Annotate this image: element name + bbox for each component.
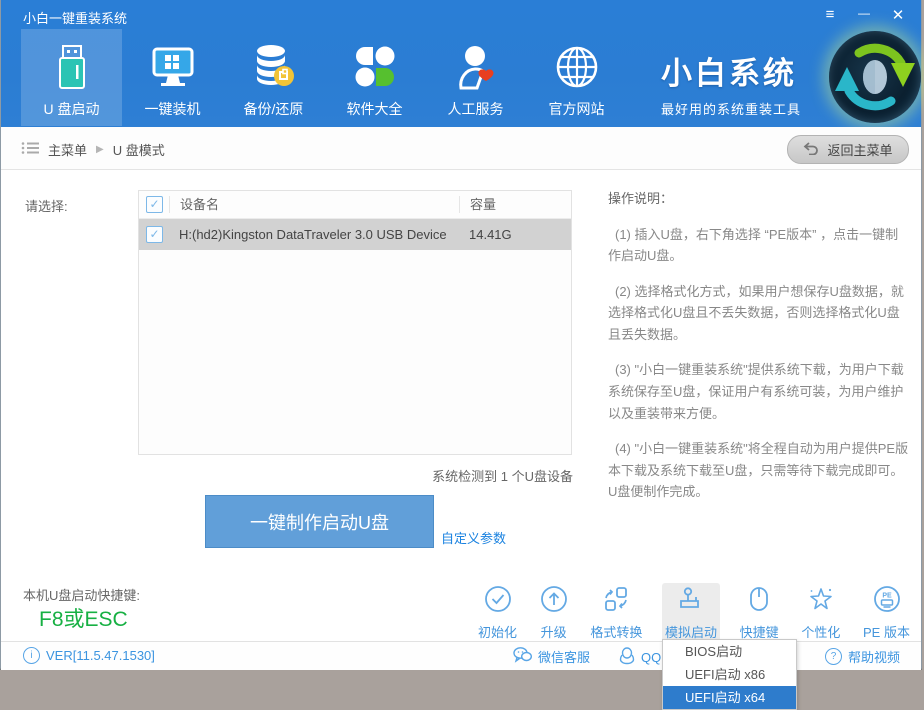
info-icon: i [23,647,40,664]
close-icon[interactable]: ✕ [889,6,907,24]
tool-simulate-boot[interactable]: 模拟启动 [662,583,720,643]
qq-label: QQ [641,650,661,665]
wechat-service-link[interactable]: 微信客服 [513,647,590,666]
menu-item-bios-boot[interactable]: BIOS启动 [663,640,796,663]
capacity-header: 容量 [459,196,571,213]
minimize-icon[interactable]: — [855,6,873,24]
support-person-icon [453,41,499,93]
version-text: VER[11.5.47.1530] [46,648,155,663]
joystick-icon [677,585,705,618]
nav-label: 备份/还原 [244,99,304,119]
instructions-panel: 操作说明： (1) 插入U盘，右下角选择 “PE版本” ，点击一键制作启动U盘。… [608,188,911,517]
svg-text:PE: PE [882,593,892,600]
brand-logo-icon [829,31,921,123]
help-video-link[interactable]: ? 帮助视频 [825,647,900,666]
device-table: ✓ 设备名 容量 ✓ H:(hd2)Kingston DataTraveler … [138,190,572,455]
usb-drive-icon [50,41,94,93]
qq-service-link[interactable]: QQ [619,647,661,668]
convert-icon [602,585,630,618]
nav-item-software-center[interactable]: 软件大全 [324,29,425,126]
app-header: 小白一键重装系统 ≡ — ✕ [1,0,921,127]
window-title: 小白一键重装系统 [23,8,127,27]
chevron-right-icon: ▶ [96,144,104,155]
version-info: i VER[11.5.47.1530] [23,647,155,664]
breadcrumb-bar: 主菜单 ▶ U 盘模式 返回主菜单 [1,127,921,170]
make-boot-usb-button[interactable]: 一键制作启动U盘 [205,495,434,548]
database-backup-icon [250,41,298,93]
tool-pe-version[interactable]: PE PE 版本 [860,583,913,643]
device-table-row[interactable]: ✓ H:(hd2)Kingston DataTraveler 3.0 USB D… [139,219,571,250]
tool-label: 个性化 [801,622,840,641]
desktop-background: 小白一键重装系统 ≡ — ✕ [0,0,924,710]
custom-params-link[interactable]: 自定义参数 [441,528,506,547]
instruction-step: (1) 插入U盘，右下角选择 “PE版本” ，点击一键制作启动U盘。 [608,224,911,267]
instruction-step: (3) "小白一键重装系统"提供系统下载，为用户下载系统保存至U盘，保证用户有系… [608,359,911,424]
select-label: 请选择: [25,196,68,215]
monitor-icon [149,41,197,93]
nav-label: 人工服务 [448,99,504,119]
device-name-cell: H:(hd2)Kingston DataTraveler 3.0 USB Dev… [169,227,459,242]
back-button-label: 返回主菜单 [827,140,892,159]
device-name-header: 设备名 [169,196,459,213]
qq-penguin-icon [619,647,635,668]
tool-label: 升级 [541,622,567,641]
pe-version-icon: PE [873,585,901,618]
instruction-step: (2) 选择格式化方式，如果用户想保存U盘数据，就选择格式化U盘且不丢失数据，否… [608,281,911,346]
hotkey-value: F8或ESC [39,603,128,633]
question-icon: ? [825,648,842,665]
nav-item-backup-restore[interactable]: 备份/还原 [223,29,324,126]
hotkey-label: 本机U盘启动快捷键: [23,585,140,604]
device-table-header: ✓ 设备名 容量 [139,191,571,219]
row-checkbox[interactable]: ✓ [146,226,163,243]
list-icon [21,141,39,158]
tool-hotkeys[interactable]: 快捷键 [737,583,782,643]
wechat-icon [513,647,532,666]
app-window: 小白一键重装系统 ≡ — ✕ [0,0,922,670]
main-nav: U 盘启动 一键装机 [21,29,627,126]
wechat-label: 微信客服 [538,647,590,666]
apps-clover-icon [352,41,398,93]
check-circle-icon [484,585,512,618]
tool-upgrade[interactable]: 升级 [537,583,571,643]
nav-label: U 盘启动 [44,99,100,119]
detect-status-text: 系统检测到 1 个U盘设备 [301,466,573,485]
tools-row: 初始化 升级 格式转换 模拟启动 [475,583,913,643]
capacity-cell: 14.41G [459,227,571,242]
tool-label: PE 版本 [863,622,910,641]
breadcrumb: 主菜单 ▶ U 盘模式 [21,140,165,159]
nav-item-human-service[interactable]: 人工服务 [425,29,526,126]
nav-item-official-website[interactable]: 官方网站 [526,29,627,126]
nav-item-one-key-install[interactable]: 一键装机 [122,29,223,126]
back-to-main-menu-button[interactable]: 返回主菜单 [787,135,909,164]
help-label: 帮助视频 [848,647,900,666]
nav-label: 一键装机 [145,99,201,119]
nav-label: 官方网站 [549,99,605,119]
breadcrumb-current: U 盘模式 [113,140,165,159]
back-arrow-icon [803,142,819,158]
select-all-checkbox[interactable]: ✓ [146,196,163,213]
nav-label: 软件大全 [347,99,403,119]
menu-icon[interactable]: ≡ [821,6,839,24]
instruction-step: (4) "小白一键重装系统"将全程自动为用户提供PE版本下载及系统下载至U盘，只… [608,438,911,503]
simulate-boot-popup-menu: BIOS启动 UEFI启动 x86 UEFI启动 x64 [662,639,797,710]
breadcrumb-root[interactable]: 主菜单 [48,140,87,159]
tool-initialize[interactable]: 初始化 [475,583,520,643]
magic-star-icon [807,585,835,618]
nav-item-usb-boot[interactable]: U 盘启动 [21,29,122,126]
tool-label: 格式转换 [590,622,642,641]
menu-item-uefi-x86[interactable]: UEFI启动 x86 [663,663,796,686]
globe-icon [553,41,601,93]
instructions-title: 操作说明： [608,188,911,210]
tool-format-convert[interactable]: 格式转换 [587,583,645,643]
arrow-up-circle-icon [540,585,568,618]
mouse-icon [745,585,773,618]
menu-item-uefi-x64[interactable]: UEFI启动 x64 [663,686,796,709]
tool-personalize[interactable]: 个性化 [798,583,843,643]
tool-label: 初始化 [478,622,517,641]
